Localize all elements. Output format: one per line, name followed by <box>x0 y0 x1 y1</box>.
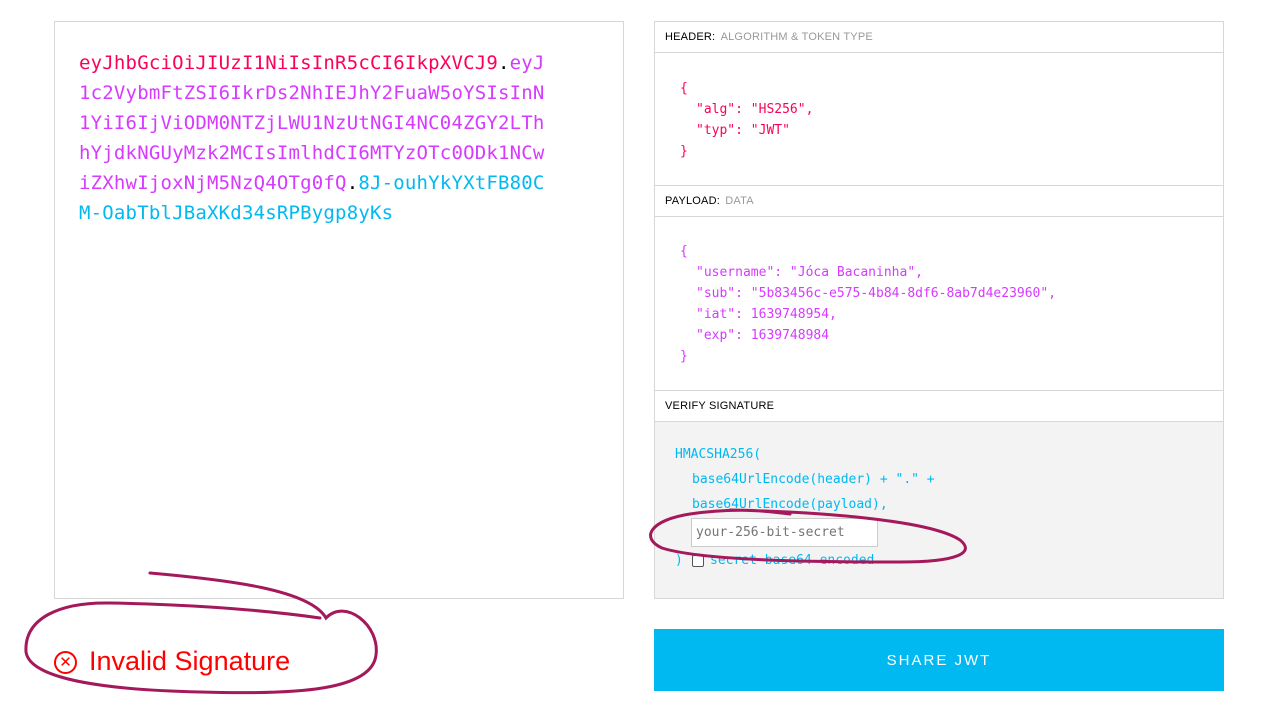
encoded-token-text[interactable]: eyJhbGciOiJIUzI1NiIsInR5cCI6IkpXVCJ9.eyJ… <box>79 48 554 228</box>
json-line: "typ": "JWT" <box>696 123 790 138</box>
secret-input[interactable] <box>691 518 878 547</box>
token-dot: . <box>498 52 510 74</box>
encoded-token-panel[interactable]: eyJhbGciOiJIUzI1NiIsInR5cCI6IkpXVCJ9.eyJ… <box>54 21 624 599</box>
share-jwt-button[interactable]: SHARE JWT <box>654 629 1224 691</box>
base64-checkbox[interactable] <box>692 555 704 567</box>
payload-section-title: PAYLOAD: DATA <box>655 186 1223 217</box>
json-line: "alg": "HS256", <box>696 102 814 117</box>
signature-section-title: VERIFY SIGNATURE <box>655 391 1223 422</box>
hmac-header-arg: base64UrlEncode(header) + "." + <box>692 472 935 487</box>
decoded-panel: HEADER: ALGORITHM & TOKEN TYPE { "alg": … <box>654 21 1224 599</box>
base64-checkbox-label[interactable]: secret base64 encoded <box>710 553 874 568</box>
hmac-close-paren: ) <box>675 553 683 568</box>
json-brace: } <box>680 349 688 364</box>
json-brace: } <box>680 144 688 159</box>
hmac-function: HMACSHA256( <box>675 447 762 462</box>
payload-json-editor[interactable]: { "username": "Jóca Bacaninha", "sub": "… <box>655 217 1223 391</box>
token-header-part: eyJhbGciOiJIUzI1NiIsInR5cCI6IkpXVCJ9 <box>79 52 499 74</box>
header-json-editor[interactable]: { "alg": "HS256", "typ": "JWT" } <box>655 53 1223 186</box>
signature-status-text: Invalid Signature <box>89 645 291 676</box>
json-brace: { <box>680 244 688 259</box>
json-line: "iat": 1639748954, <box>696 307 837 322</box>
x-circle-icon: ✕ <box>54 650 77 674</box>
hmac-payload-arg: base64UrlEncode(payload), <box>692 497 888 512</box>
signature-status: ✕ Invalid Signature <box>54 643 290 679</box>
json-line: "exp": 1639748984 <box>696 328 830 343</box>
signature-body: HMACSHA256( base64UrlEncode(header) + ".… <box>655 422 1223 598</box>
json-line: "sub": "5b83456c-e575-4b84-8df6-8ab7d4e2… <box>696 286 1057 301</box>
header-section-title: HEADER: ALGORITHM & TOKEN TYPE <box>655 22 1223 53</box>
token-dot: . <box>346 172 359 194</box>
json-line: "username": "Jóca Bacaninha", <box>696 265 923 280</box>
json-brace: { <box>680 81 688 96</box>
